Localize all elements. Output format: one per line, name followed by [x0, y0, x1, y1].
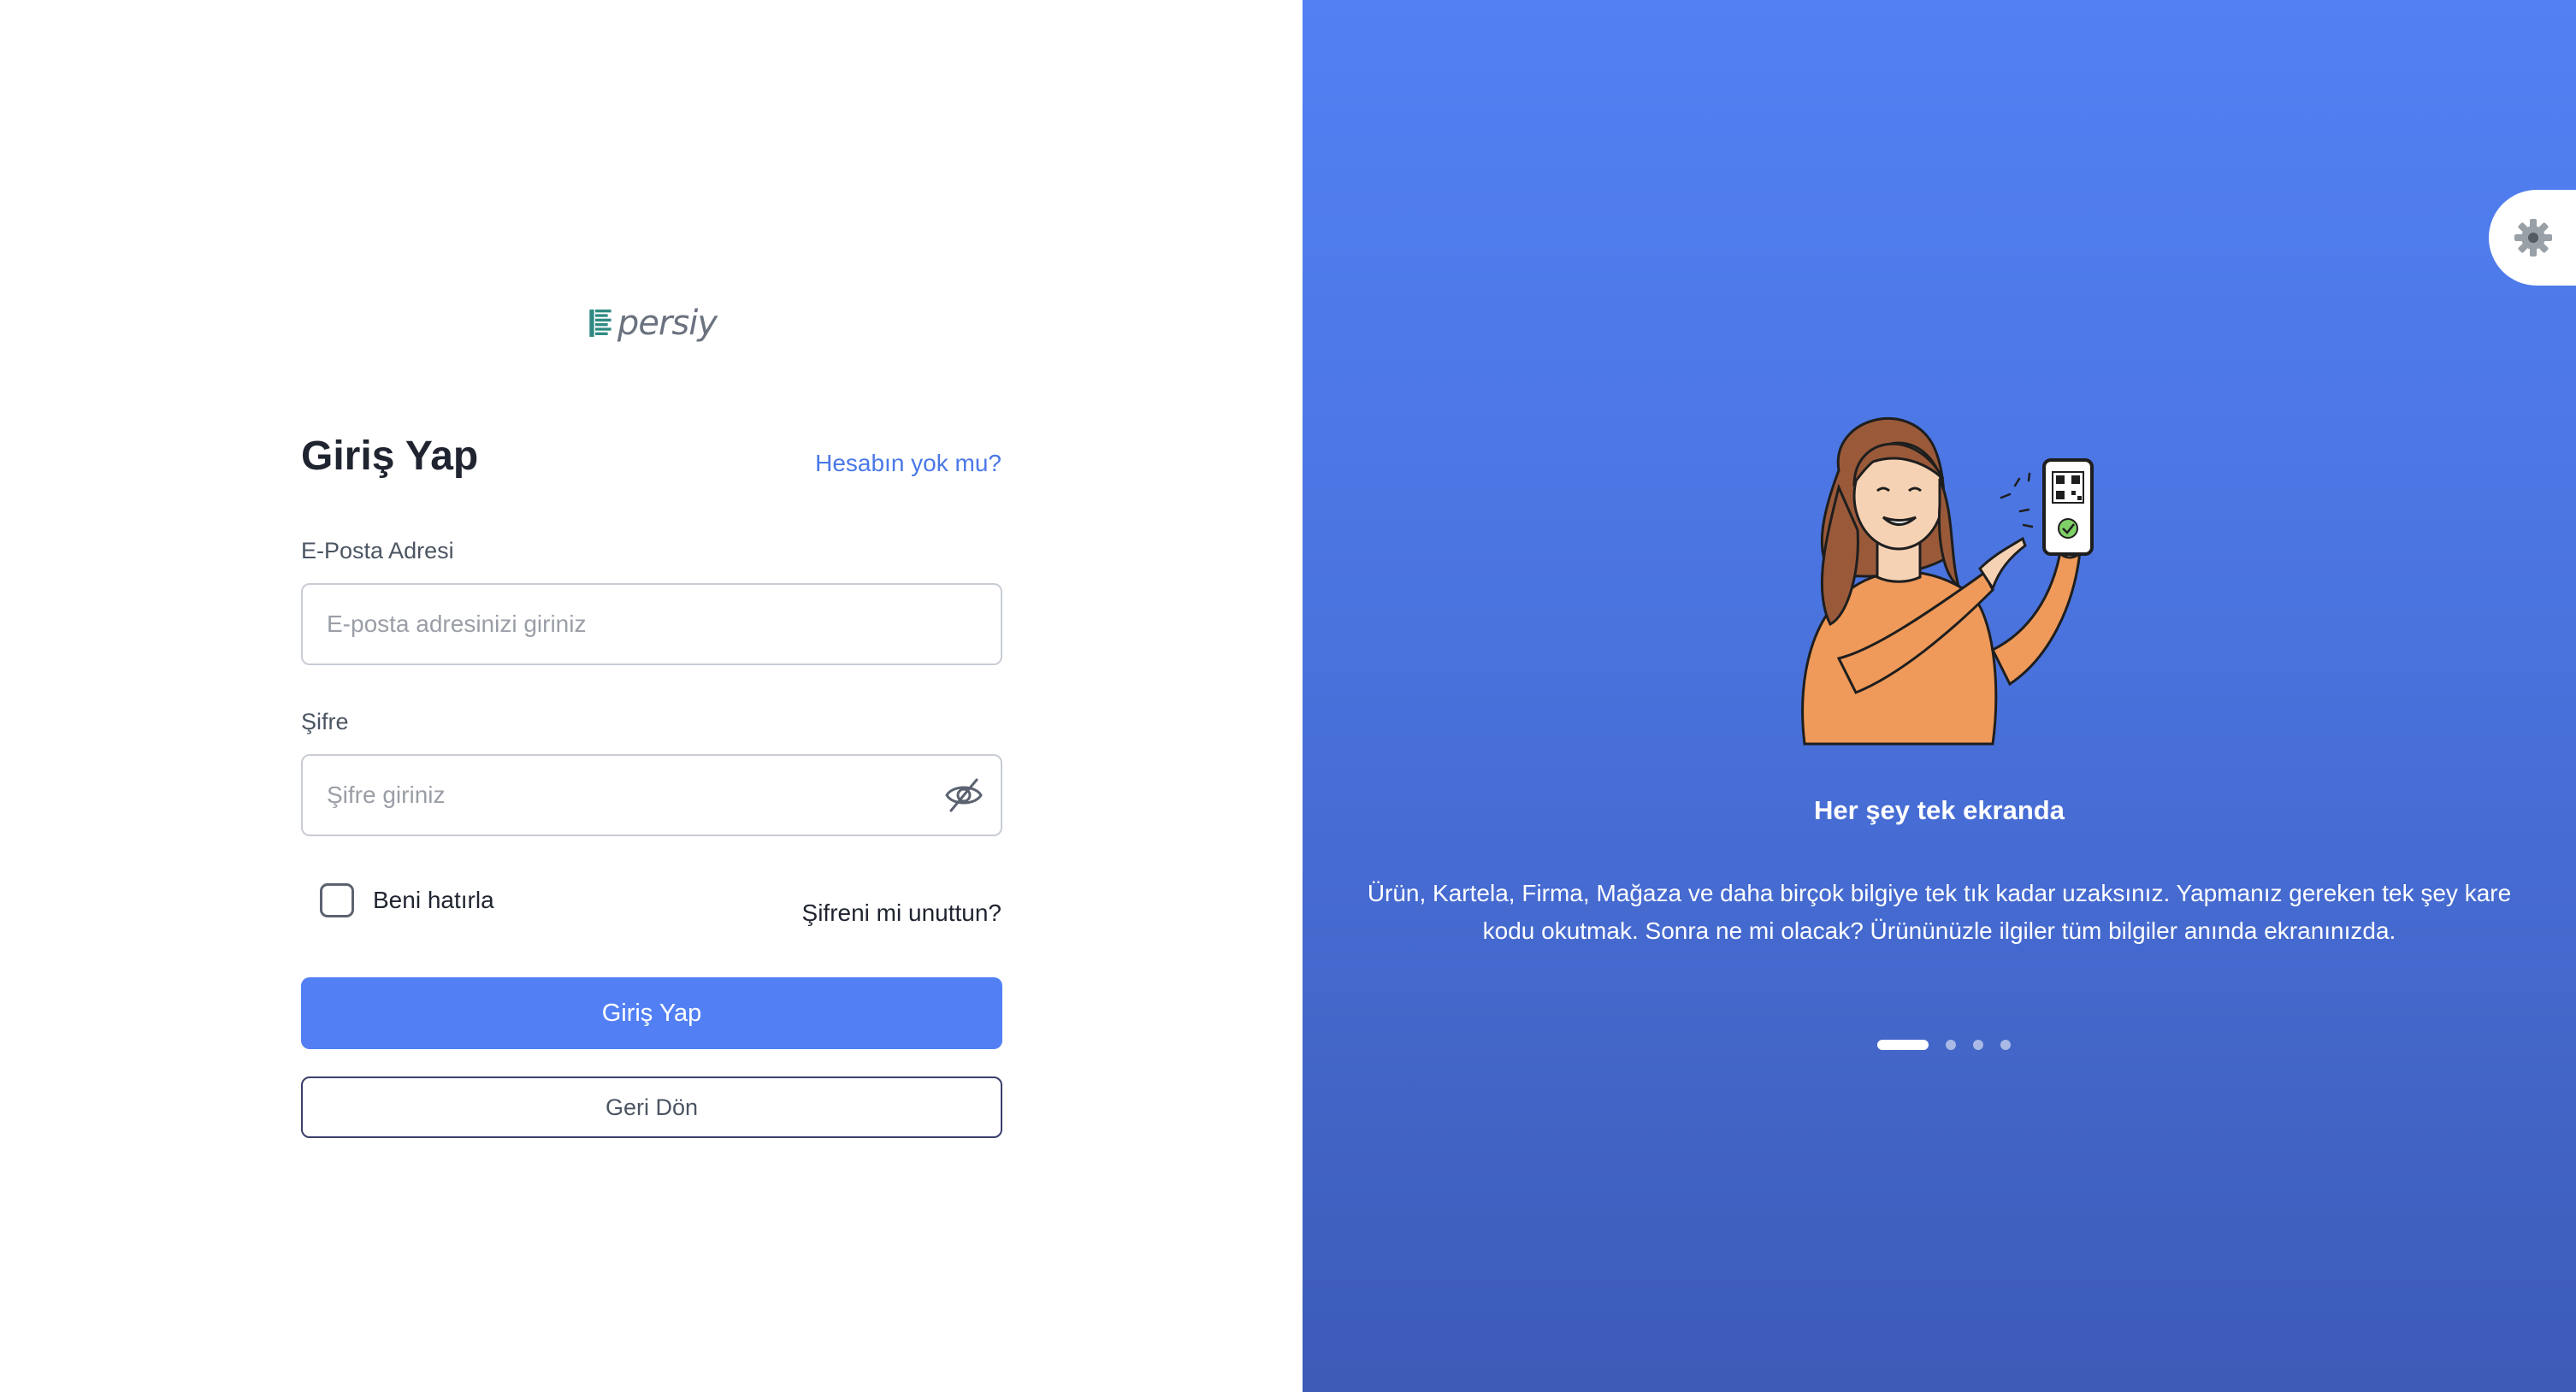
remember-me-checkbox[interactable] [320, 883, 354, 917]
email-field[interactable] [301, 583, 1002, 665]
slide-description: Ürün, Kartela, Firma, Mağaza ve daha bir… [1367, 880, 2512, 944]
carousel-dot-2[interactable] [1946, 1040, 1956, 1050]
forgot-password-link[interactable]: Şifreni mi unuttun? [802, 899, 1001, 927]
password-label: Şifre [301, 709, 349, 734]
promo-illustration [1801, 417, 2094, 746]
password-visibility-toggle[interactable] [942, 775, 985, 816]
brand-logo: persiy [588, 299, 718, 347]
back-button[interactable]: Geri Dön [301, 1076, 1002, 1138]
slide-title: Her şey tek ekranda [1814, 795, 2065, 825]
logo-wordmark: persiy [617, 304, 718, 343]
password-field[interactable] [301, 754, 1002, 836]
carousel-dot-4[interactable] [2000, 1040, 2011, 1050]
carousel-dot-1[interactable] [1877, 1040, 1929, 1050]
carousel-dot-3[interactable] [1973, 1040, 1983, 1050]
login-button[interactable]: Giriş Yap [301, 977, 1002, 1049]
email-label: E-Posta Adresi [301, 538, 454, 563]
remember-me-label[interactable]: Beni hatırla [373, 887, 494, 914]
logo-mark-icon [589, 310, 612, 337]
gear-icon [2514, 219, 2552, 257]
page-title: Giriş Yap [301, 434, 479, 479]
carousel-pagination [1877, 1040, 2028, 1050]
eye-off-icon [945, 778, 983, 812]
login-panel: persiy Giriş Yap Hesabın yok mu? E-Posta… [0, 0, 1303, 1392]
settings-button[interactable] [2489, 190, 2576, 286]
signup-link[interactable]: Hesabın yok mu? [815, 450, 1001, 477]
